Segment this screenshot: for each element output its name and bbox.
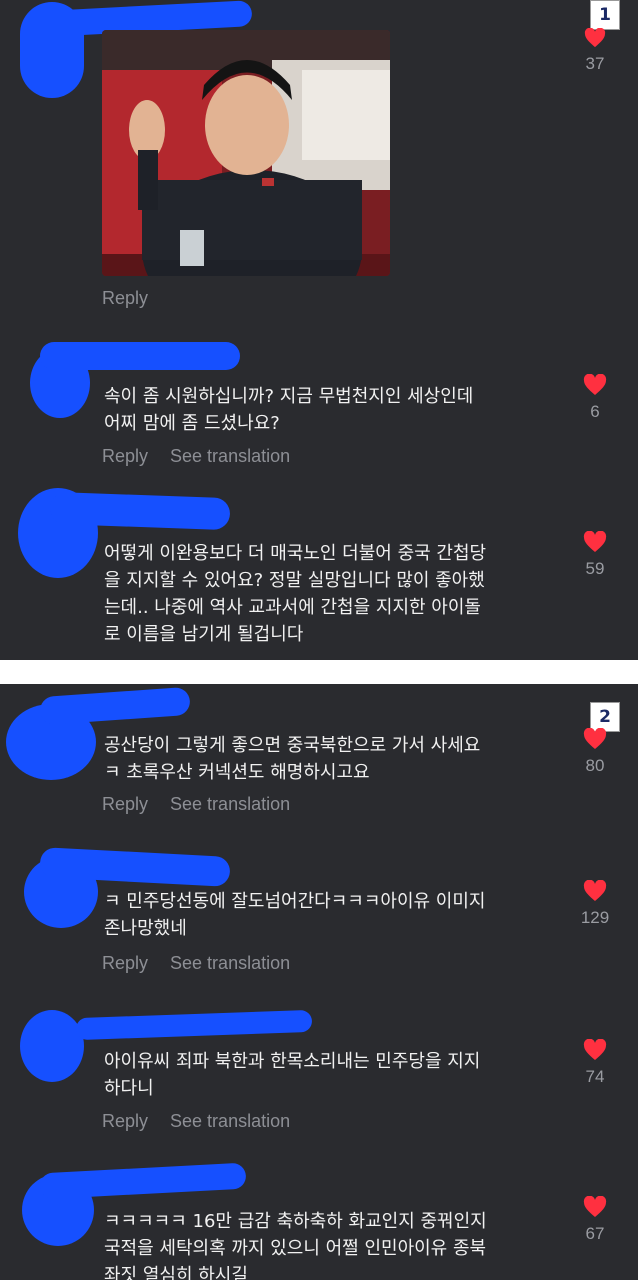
reply-row: Reply See translation	[102, 953, 312, 974]
like-button[interactable]: 6	[565, 374, 625, 422]
heart-icon	[584, 28, 606, 48]
like-count: 59	[585, 559, 605, 578]
panel-number-badge: 1	[590, 0, 620, 30]
like-count: 74	[585, 1067, 605, 1086]
like-button[interactable]: 59	[565, 531, 625, 579]
redaction-scribble	[49, 491, 231, 531]
redaction-scribble	[20, 2, 84, 98]
see-translation-link[interactable]: See translation	[170, 1111, 290, 1131]
like-count: 6	[590, 402, 600, 421]
like-count: 67	[585, 1224, 605, 1243]
heart-icon	[583, 531, 607, 552]
heart-icon	[583, 1039, 607, 1060]
comment-text: 어떻게 이완용보다 더 매국노인 더불어 중국 간첩당 을 지지할 수 있어요?…	[104, 543, 487, 645]
reply-link[interactable]: Reply	[102, 953, 148, 973]
comment-text: ㅋ 민주당선동에 잘도넘어간다ㅋㅋㅋ아이유 이미지 존나망했네	[104, 891, 486, 939]
reply-link[interactable]: Reply	[102, 446, 148, 466]
photo-image	[102, 30, 390, 276]
redaction-scribble	[75, 1009, 313, 1041]
reply-link[interactable]: Reply	[102, 1111, 148, 1131]
redaction-scribble	[39, 686, 191, 726]
like-button[interactable]: 80	[565, 728, 625, 776]
see-translation-link[interactable]: See translation	[170, 953, 290, 973]
comment-text: 공산당이 그렇게 좋으면 중국북한으로 가서 사세요 ㅋ 초록우산 커넥션도 해…	[104, 735, 481, 783]
like-count: 129	[580, 908, 610, 927]
like-count: 80	[585, 756, 605, 775]
like-button[interactable]: 129	[565, 880, 625, 928]
like-count: 37	[585, 54, 605, 73]
attached-photo[interactable]	[102, 30, 390, 276]
reply-row: Reply See translation	[102, 794, 312, 815]
heart-icon	[583, 374, 607, 395]
redaction-scribble	[39, 1162, 247, 1200]
comment-text: 아이유씨 죄파 북한과 한목소리내는 민주당을 지지 하다니	[104, 1051, 481, 1099]
reply-link[interactable]: Reply	[102, 288, 148, 308]
like-button[interactable]: 37	[565, 28, 625, 74]
redaction-scribble	[40, 342, 240, 370]
see-translation-link[interactable]: See translation	[170, 446, 290, 466]
heart-icon	[583, 1196, 607, 1217]
see-translation-link[interactable]: See translation	[170, 794, 290, 814]
reply-row: Reply	[102, 288, 170, 309]
heart-icon	[583, 880, 607, 901]
reply-row: Reply See translation	[102, 446, 312, 467]
screenshot-panel-1: 1 37 Reply 속이 좀 시원하십니까? 지금 무법천지인 세상인데 어찌…	[0, 0, 638, 660]
heart-icon	[583, 728, 607, 749]
comment-text: 속이 좀 시원하십니까? 지금 무법천지인 세상인데 어찌 맘에 좀 드셨나요?	[104, 386, 474, 434]
like-button[interactable]: 67	[565, 1196, 625, 1244]
like-button[interactable]: 74	[565, 1039, 625, 1087]
comment-text: ㅋㅋㅋㅋㅋ 16만 급감 축하축하 화교인지 중꿔인지 국적을 세탁의혹 까지 …	[104, 1211, 487, 1280]
screenshot-panel-2: 2 공산당이 그렇게 좋으면 중국북한으로 가서 사세요 ㅋ 초록우산 커넥션도…	[0, 684, 638, 1280]
reply-row: Reply See translation	[102, 1111, 312, 1132]
reply-link[interactable]: Reply	[102, 794, 148, 814]
avatar[interactable]	[20, 1010, 84, 1082]
